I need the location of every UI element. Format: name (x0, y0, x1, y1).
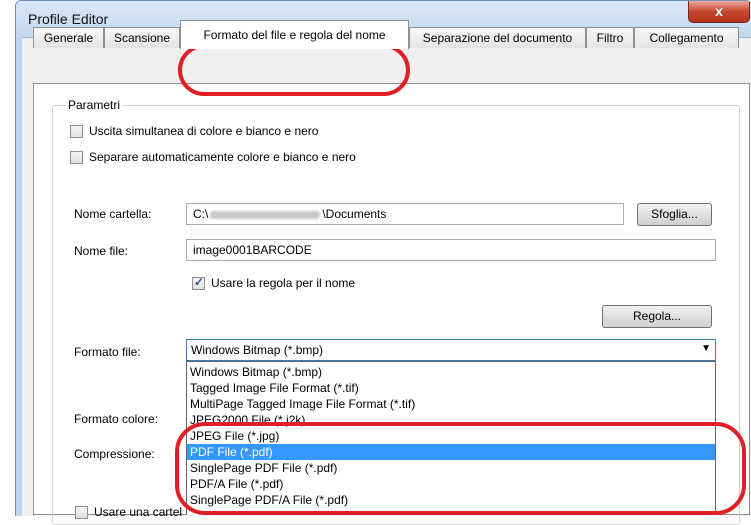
simultaneous-output-option[interactable]: Uscita simultanea di colore e bianco e n… (70, 124, 318, 138)
use-folder-checkbox[interactable] (75, 505, 88, 519)
group-label: Parametri (66, 98, 123, 112)
tab-filtro[interactable]: Filtro (586, 27, 634, 48)
file-format-label: Formato file: (74, 345, 141, 359)
file-name-input[interactable]: image0001BARCODE (186, 239, 716, 261)
folder-path-prefix: C:\ (193, 207, 209, 221)
format-option[interactable]: JPEG2000 File (*.j2k) (187, 412, 715, 428)
tab-collegamento[interactable]: Collegamento (634, 27, 739, 48)
browse-button[interactable]: Sfoglia... (637, 203, 712, 226)
format-option[interactable]: SinglePage PDF/A File (*.pdf) (187, 492, 715, 508)
folder-name-input[interactable]: C:\ \Documents (186, 203, 624, 225)
use-folder-option[interactable]: Usare una cartel (75, 505, 182, 519)
file-format-select[interactable]: Windows Bitmap (*.bmp) ▼ (186, 339, 716, 361)
auto-separate-label: Separare automaticamente colore e bianco… (89, 150, 356, 164)
file-format-selected: Windows Bitmap (*.bmp) (191, 343, 324, 357)
color-format-label: Formato colore: (74, 412, 159, 426)
close-button[interactable]: x (688, 1, 750, 23)
tab-formato-file[interactable]: Formato del file e regola del nome (180, 20, 409, 49)
format-option[interactable]: JPEG File (*.jpg) (187, 428, 715, 444)
folder-path-suffix: \Documents (322, 207, 387, 221)
tab-separazione-documento[interactable]: Separazione del documento (409, 27, 586, 48)
format-option[interactable]: Windows Bitmap (*.bmp) (187, 364, 715, 380)
auto-separate-checkbox[interactable] (70, 150, 83, 164)
use-rule-option[interactable]: Usare la regola per il nome (192, 275, 356, 290)
rule-button[interactable]: Regola... (602, 305, 712, 328)
use-rule-checkbox[interactable] (192, 275, 205, 290)
format-option-highlighted[interactable]: PDF File (*.pdf) (187, 444, 715, 460)
use-folder-label: Usare una cartel (94, 505, 183, 519)
window-title: Profile Editor (28, 11, 109, 27)
auto-separate-option[interactable]: Separare automaticamente colore e bianco… (70, 150, 356, 164)
folder-name-label: Nome cartella: (74, 207, 152, 221)
format-option[interactable]: PDF/A File (*.pdf) (187, 476, 715, 492)
file-format-options-list[interactable]: Windows Bitmap (*.bmp) Tagged Image File… (186, 361, 716, 515)
tab-scansione[interactable]: Scansione (104, 27, 180, 48)
simultaneous-output-label: Uscita simultanea di colore e bianco e n… (89, 124, 319, 138)
file-name-label: Nome file: (74, 244, 129, 258)
dropdown-arrow-icon[interactable]: ▼ (701, 343, 711, 354)
redacted-username (210, 210, 321, 219)
use-rule-label: Usare la regola per il nome (211, 276, 356, 290)
tab-generale[interactable]: Generale (33, 27, 104, 48)
simultaneous-output-checkbox[interactable] (70, 124, 83, 138)
format-option[interactable]: SinglePage PDF File (*.pdf) (187, 460, 715, 476)
compression-label: Compressione: (74, 447, 155, 461)
format-option[interactable]: MultiPage Tagged Image File Format (*.ti… (187, 396, 715, 412)
format-option[interactable]: Tagged Image File Format (*.tif) (187, 380, 715, 396)
